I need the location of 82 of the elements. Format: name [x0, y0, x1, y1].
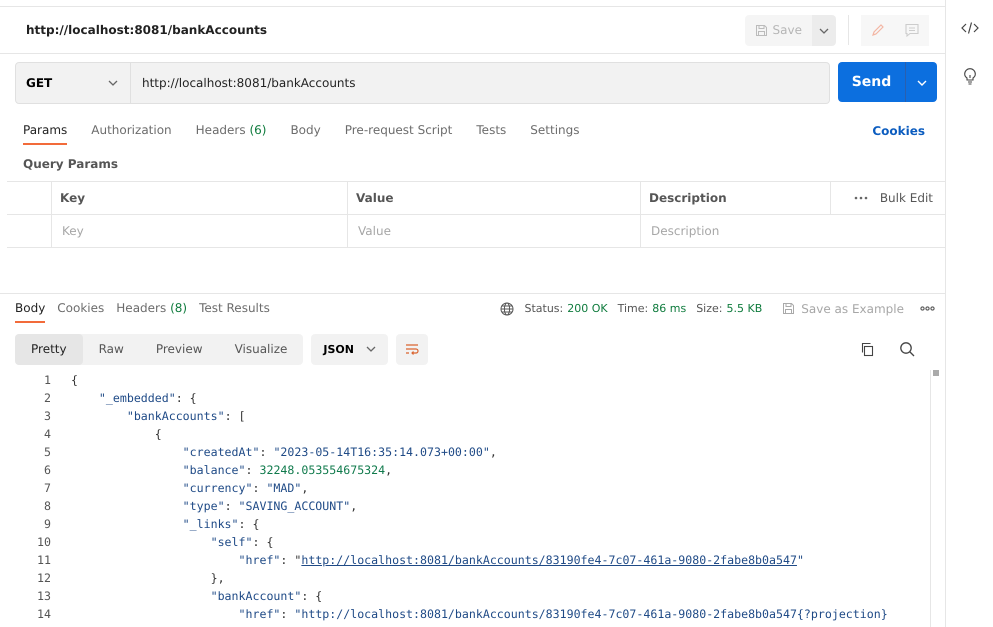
request-tab[interactable]: Authorization: [91, 116, 172, 145]
code-line: "self": {: [210, 535, 274, 549]
wrap-lines-button[interactable]: [396, 334, 428, 364]
response-tab[interactable]: Headers (8): [116, 294, 188, 323]
response-tab[interactable]: Cookies: [57, 294, 104, 323]
view-mode-tab[interactable]: Preview: [140, 334, 219, 364]
status-label: Size:: [696, 302, 722, 315]
column-header: Key: [51, 182, 347, 214]
save-icon: [782, 302, 796, 315]
more-icon[interactable]: [920, 306, 935, 311]
param-input-field[interactable]: Description: [649, 223, 822, 239]
save-icon: [754, 24, 768, 36]
code-line: "createdAt": "2023-05-14T16:35:14.073+00:00",: [182, 445, 497, 459]
request-title: http://localhost:8081/bankAccounts: [26, 23, 268, 37]
line-number: 7: [43, 481, 52, 495]
code-line: {: [71, 373, 78, 387]
caret-icon: [366, 346, 376, 352]
request-tab[interactable]: Headers (6): [196, 116, 266, 145]
copy-icon[interactable]: [860, 342, 875, 356]
line-number: 5: [43, 445, 52, 459]
format-dropdown[interactable]: JSON: [311, 334, 388, 364]
line-number: 6: [43, 463, 52, 477]
caret-icon: [916, 80, 926, 86]
method-dropdown[interactable]: GET: [15, 62, 131, 104]
status-value: 86 ms: [652, 302, 686, 315]
caret-icon: [108, 80, 118, 86]
line-number: 1: [43, 373, 52, 387]
line-number: 4: [43, 427, 52, 441]
cookies-link[interactable]: Cookies: [872, 124, 925, 138]
scrollbar[interactable]: [930, 370, 939, 627]
line-number: 13: [36, 589, 52, 603]
line-number: 12: [36, 571, 52, 585]
comment-icon: [904, 22, 920, 38]
line-number: 11: [36, 553, 52, 567]
request-tab[interactable]: Settings: [530, 116, 580, 145]
request-tab[interactable]: Tests: [476, 116, 506, 145]
code-line: "balance": 32248.053554675324,: [182, 463, 392, 477]
query-params-heading: Query Params: [22, 156, 120, 173]
code-line: "_links": {: [182, 517, 260, 531]
line-number: 10: [36, 535, 52, 549]
code-line: "currency": "MAD",: [182, 481, 308, 495]
request-tab[interactable]: Body: [290, 116, 321, 145]
lightbulb-icon[interactable]: [962, 67, 978, 85]
line-number: 14: [36, 607, 52, 621]
status-value: 5.5 KB: [726, 302, 762, 315]
view-mode-tab[interactable]: Pretty: [15, 334, 83, 364]
caret-icon: [819, 28, 829, 34]
status-label: Time:: [618, 302, 648, 315]
response-tab[interactable]: Test Results: [199, 294, 270, 323]
search-icon[interactable]: [899, 341, 915, 357]
line-number: 2: [43, 391, 52, 405]
code-line: "bankAccounts": [: [126, 409, 246, 423]
globe-icon[interactable]: [500, 302, 514, 316]
view-mode-tab[interactable]: Raw: [82, 334, 140, 364]
line-number: 9: [43, 517, 52, 531]
line-number: 8: [43, 499, 52, 513]
request-tab[interactable]: Params: [23, 116, 68, 145]
param-input-field[interactable]: Key: [60, 223, 339, 239]
wrap-lines-icon: [404, 342, 420, 356]
send-button[interactable]: Send: [838, 62, 905, 102]
send-options-button[interactable]: [905, 62, 937, 102]
code-line: "href": "http://localhost:8081/bankAccounts/83190fe4-7c07-461a-9080-2fabe8b0a547": [238, 553, 804, 567]
url-field[interactable]: http://localhost:8081/bankAccounts: [131, 62, 830, 104]
code-line: "type": "SAVING_ACCOUNT",: [182, 499, 358, 513]
code-line: {: [154, 427, 162, 441]
code-line: },: [210, 571, 225, 585]
view-mode-tab[interactable]: Visualize: [218, 334, 304, 364]
code-line: "bankAccount": {: [210, 589, 322, 603]
pencil-icon: [870, 22, 886, 38]
status-value: 200 OK: [567, 302, 608, 315]
line-number: 3: [43, 409, 52, 423]
response-tab[interactable]: Body: [15, 294, 46, 323]
code-icon[interactable]: [960, 21, 978, 35]
column-header: Description: [640, 182, 830, 214]
bulk-edit-link[interactable]: Bulk Edit: [880, 191, 933, 205]
more-icon[interactable]: [854, 196, 868, 200]
code-line: "_embedded": {: [98, 391, 197, 405]
status-label: Status:: [524, 302, 564, 315]
request-tab[interactable]: Pre-request Script: [344, 116, 452, 145]
param-input-field[interactable]: Value: [356, 223, 632, 239]
code-line: "href": "http://localhost:8081/bankAccounts/83190fe4-7c07-461a-9080-2fabe8b0a547{?projection}: [238, 607, 888, 621]
column-header: Value: [347, 182, 640, 214]
